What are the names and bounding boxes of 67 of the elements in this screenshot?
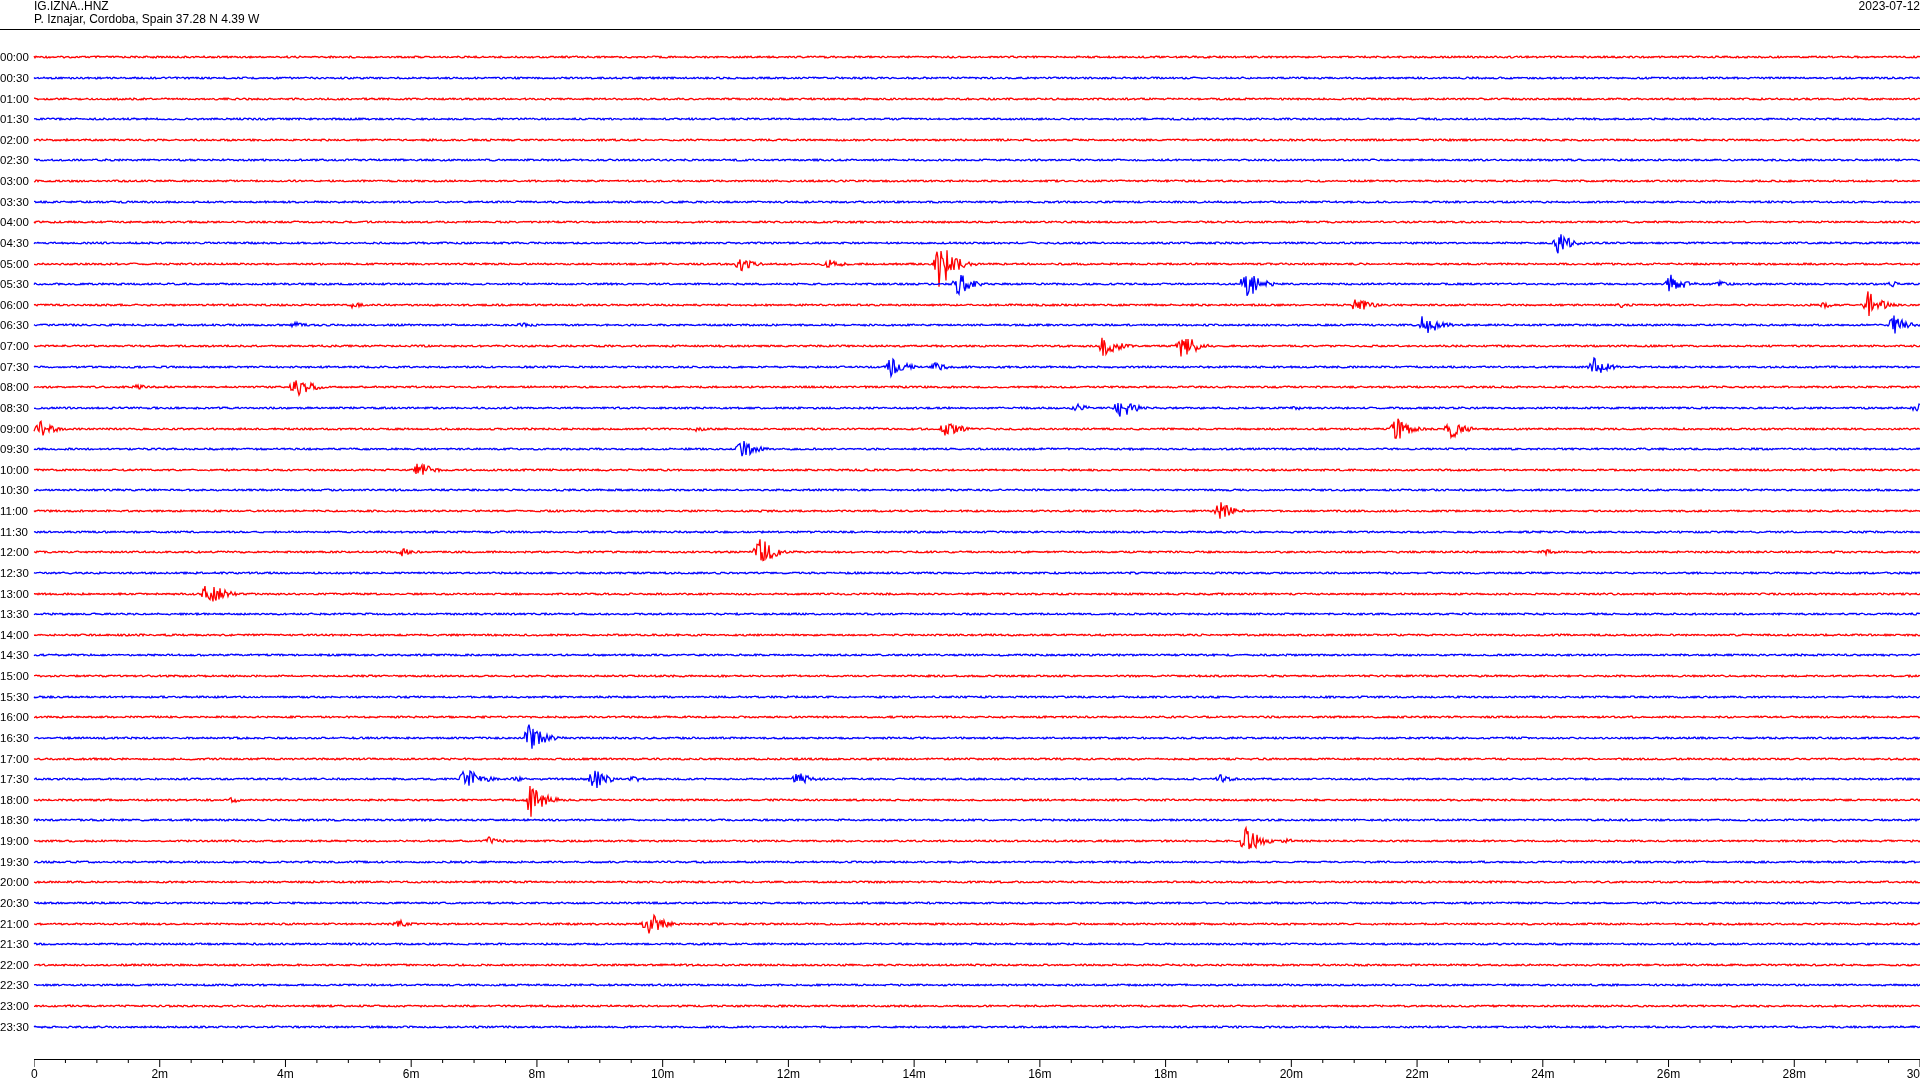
time-label: 01:00 bbox=[0, 92, 30, 105]
time-label: 01:30 bbox=[0, 113, 30, 126]
tick-label: 18m bbox=[1153, 1067, 1178, 1080]
tick-label: 10m bbox=[651, 1067, 675, 1080]
time-label: 04:30 bbox=[0, 236, 30, 249]
station-code: IG.IZNA..HNZ bbox=[34, 0, 110, 13]
time-label: 07:30 bbox=[0, 360, 30, 373]
time-label: 21:00 bbox=[0, 917, 30, 930]
tick-label: 28m bbox=[1782, 1067, 1806, 1080]
time-label: 00:30 bbox=[0, 71, 30, 84]
date-label: 2023-07-12 bbox=[1858, 0, 1920, 15]
time-label: 08:00 bbox=[0, 381, 30, 394]
time-label: 05:00 bbox=[0, 257, 30, 270]
tick-label: 16m bbox=[1028, 1067, 1052, 1080]
time-label: 02:00 bbox=[0, 133, 30, 146]
tick-label: 24m bbox=[1531, 1067, 1555, 1080]
tick-label: 4m bbox=[277, 1067, 294, 1080]
time-label: 13:30 bbox=[0, 608, 30, 621]
time-label: 03:30 bbox=[0, 195, 30, 208]
time-label: 22:30 bbox=[0, 979, 30, 992]
time-label: 19:00 bbox=[0, 835, 30, 848]
time-label: 06:30 bbox=[0, 319, 30, 332]
time-label: 18:00 bbox=[0, 793, 30, 806]
time-label: 08:30 bbox=[0, 401, 30, 414]
time-label: 07:00 bbox=[0, 340, 30, 353]
time-label: 00:00 bbox=[0, 51, 30, 64]
time-label: 20:30 bbox=[0, 896, 30, 909]
station-location: P. Iznajar, Cordoba, Spain 37.28 N 4.39 W bbox=[34, 13, 260, 26]
time-label: 05:30 bbox=[0, 278, 30, 291]
tick-label: 2m bbox=[151, 1067, 169, 1080]
tick-label: 20m bbox=[1279, 1067, 1303, 1080]
tick-label: 22m bbox=[1405, 1067, 1429, 1080]
time-label: 17:30 bbox=[0, 773, 30, 786]
time-label: 03:00 bbox=[0, 175, 30, 188]
time-label: 15:00 bbox=[0, 670, 30, 683]
time-label: 23:00 bbox=[0, 1000, 30, 1013]
time-label: 17:00 bbox=[0, 752, 30, 765]
time-label: 12:30 bbox=[0, 566, 30, 579]
time-label: 06:00 bbox=[0, 298, 30, 311]
time-label: 04:00 bbox=[0, 216, 30, 229]
time-label: 10:00 bbox=[0, 463, 30, 476]
time-label: 19:30 bbox=[0, 855, 30, 868]
tick-label: 30 bbox=[1906, 1067, 1920, 1080]
time-label: 16:30 bbox=[0, 731, 30, 744]
tick-label: 26m bbox=[1656, 1067, 1681, 1080]
time-label: 10:30 bbox=[0, 484, 30, 497]
time-label: 14:30 bbox=[0, 649, 30, 662]
time-label: 20:00 bbox=[0, 876, 30, 889]
time-label: 09:30 bbox=[0, 443, 30, 456]
tick-label: 14m bbox=[902, 1067, 926, 1080]
time-label: 11:30 bbox=[0, 525, 29, 538]
time-label: 12:00 bbox=[0, 546, 30, 559]
time-label: 21:30 bbox=[0, 938, 30, 951]
time-label: 15:30 bbox=[0, 690, 30, 703]
tick-label: 0 bbox=[31, 1067, 38, 1080]
time-label: 18:30 bbox=[0, 814, 30, 827]
time-label: 14:00 bbox=[0, 628, 30, 641]
time-label: 23:30 bbox=[0, 1020, 30, 1033]
time-label: 16:00 bbox=[0, 711, 30, 724]
tick-label: 12m bbox=[776, 1067, 801, 1080]
time-label: 13:00 bbox=[0, 587, 30, 600]
time-label: 02:30 bbox=[0, 154, 30, 167]
tick-label: 8m bbox=[528, 1067, 546, 1080]
time-label: 11:00 bbox=[0, 505, 29, 518]
time-label: 09:00 bbox=[0, 422, 30, 435]
tick-label: 6m bbox=[402, 1067, 420, 1080]
time-label: 22:00 bbox=[0, 958, 30, 971]
